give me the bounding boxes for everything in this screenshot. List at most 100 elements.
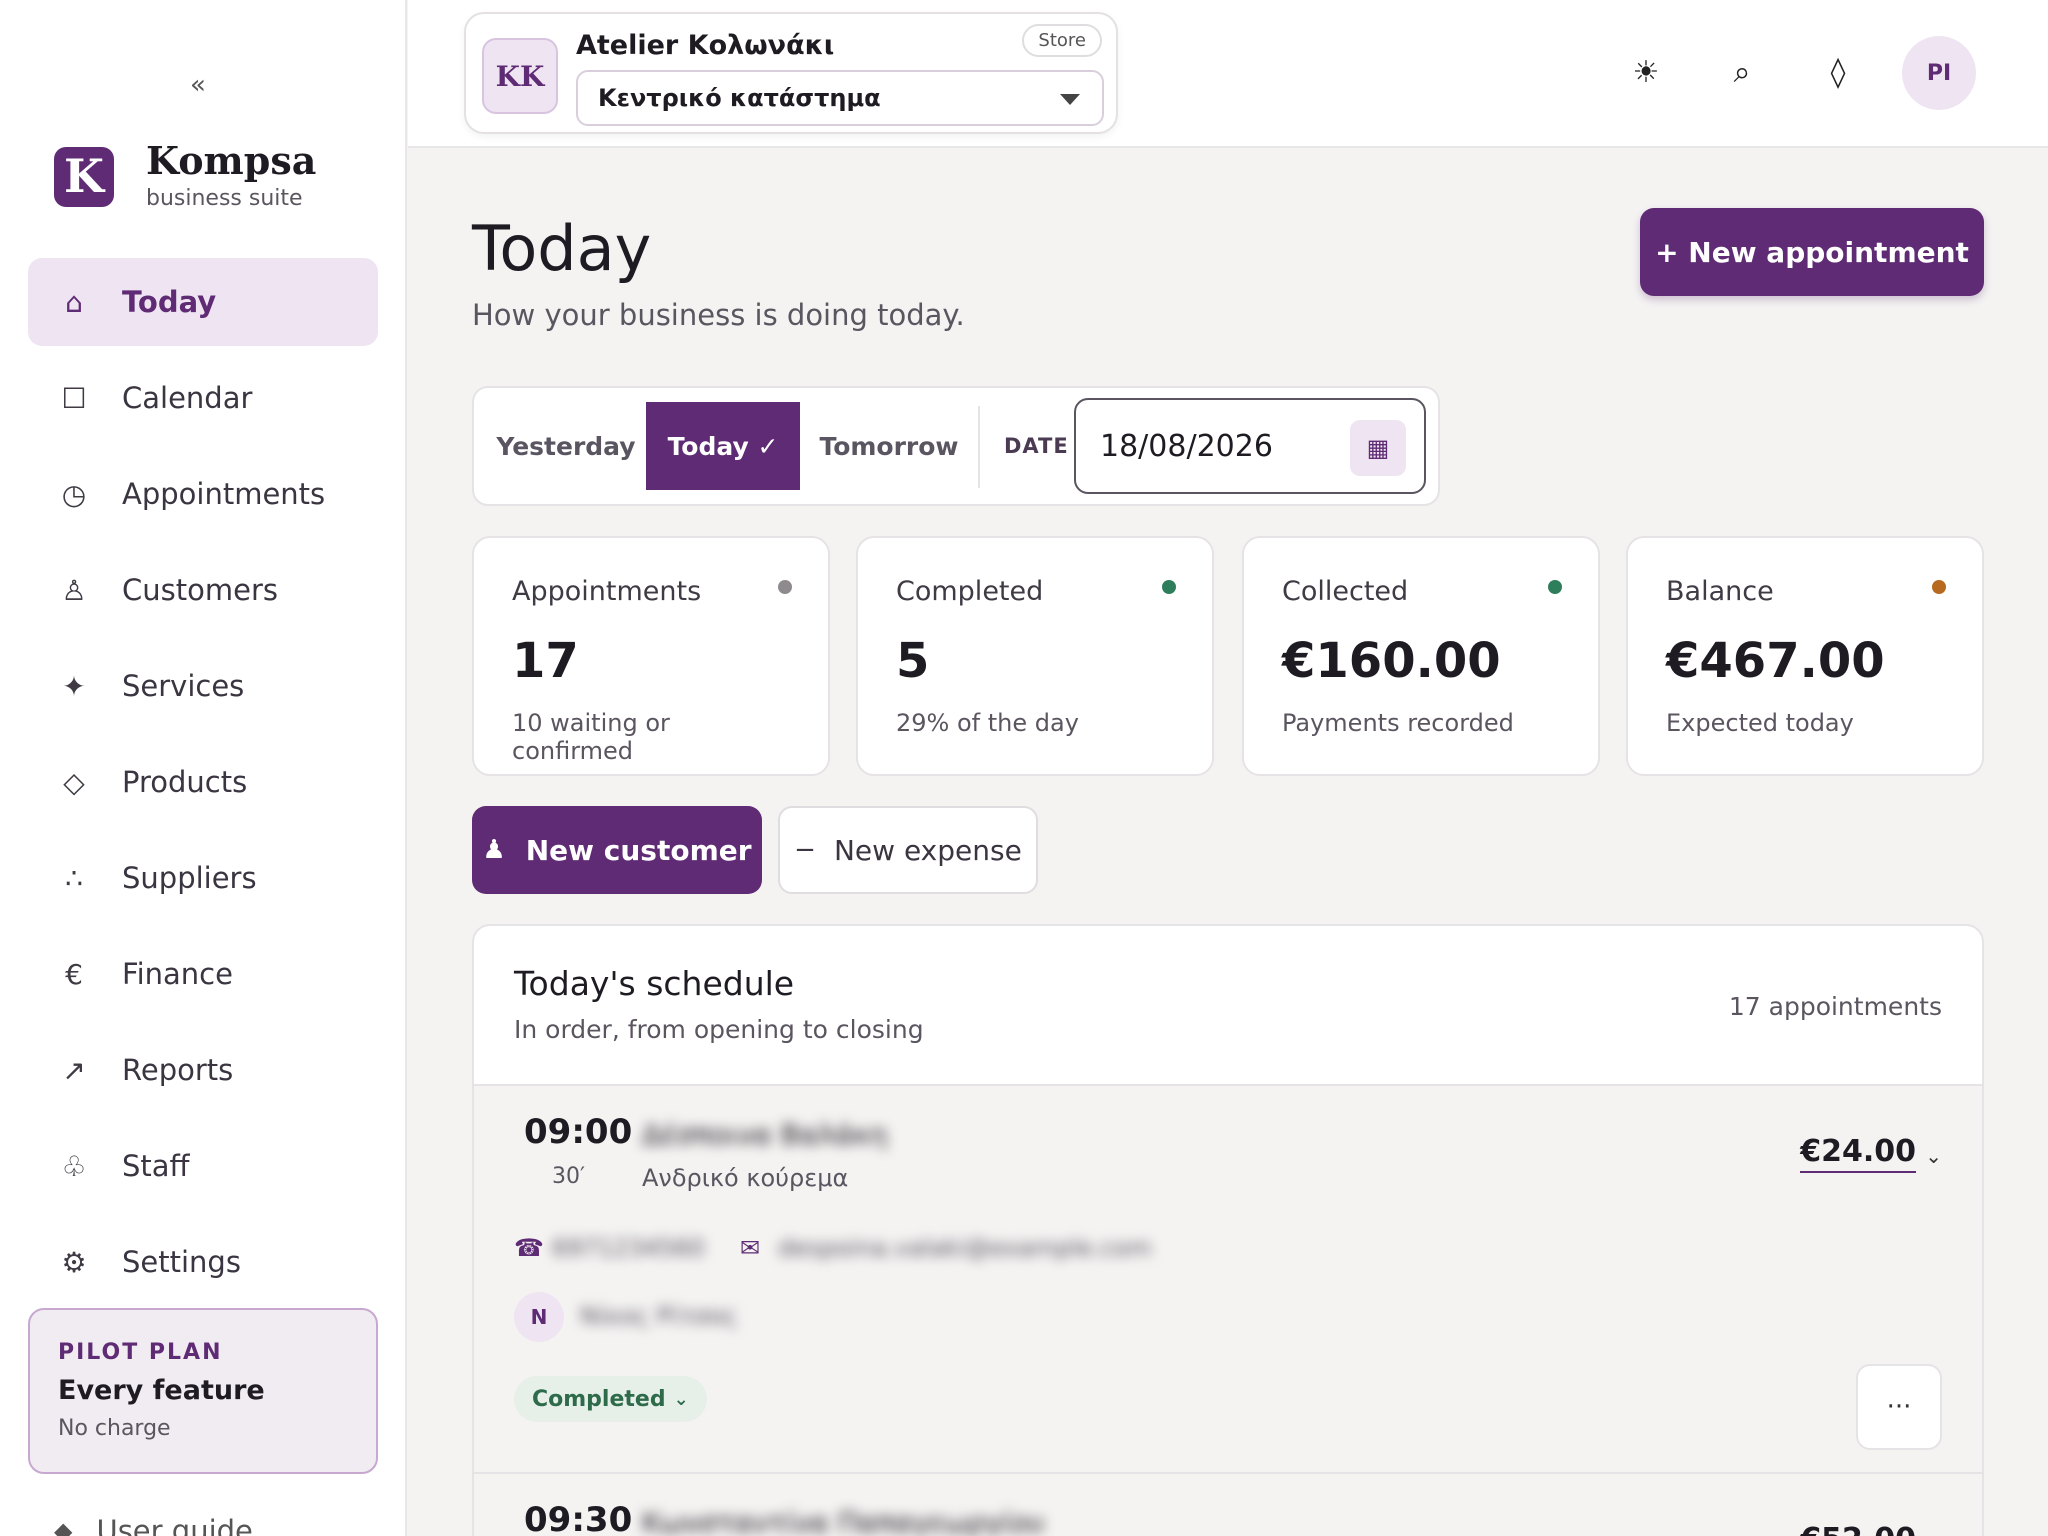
tomorrow-button[interactable]: Tomorrow [804,402,974,490]
diamond-icon[interactable]: ◊ [1818,52,1858,92]
user-guide-label: User guide [96,1514,253,1536]
stat-label: Balance [1666,576,1774,607]
status-label: Completed [532,1386,666,1412]
sidebar-item-calendar[interactable]: ☐ Calendar [28,354,378,442]
yesterday-button[interactable]: Yesterday [488,402,644,490]
sidebar-item-label: Today [122,285,217,319]
sparkle-icon: ✦ [62,669,86,703]
branch-select[interactable]: Κεντρικό κατάστημα [576,70,1104,126]
sidebar-item-label: Settings [122,1245,241,1279]
appointment-price[interactable]: €52.00 [1800,1522,1916,1536]
appointment-time: 09:30 [524,1500,633,1536]
sidebar-item-today[interactable]: ⌂ Today [28,258,378,346]
plan-card[interactable]: PILOT PLAN Every feature No charge [28,1308,378,1474]
sidebar-item-label: Calendar [122,381,253,415]
brand[interactable]: Kompsa business suite [54,142,316,211]
store-avatar: KK [482,38,558,114]
brand-name: Kompsa [146,138,317,183]
stat-value: 17 [512,633,579,689]
customer-email[interactable]: despoina.valaki@example.com [778,1234,1152,1262]
service-name: Ανδρικό κούρεμα [642,1164,849,1192]
sidebar-item-customers[interactable]: ♙ Customers [28,546,378,634]
date-label: DATE [1004,434,1069,458]
date-field[interactable]: 18/08/2026 ▦ [1074,398,1426,494]
stat-note: 10 waiting or confirmed [512,709,670,765]
staff-name: Νίκος Ρίτσος [580,1302,738,1330]
stat-card-completed: Completed 5 29% of the day [856,536,1214,776]
sidebar-item-staff[interactable]: ♧ Staff [28,1122,378,1210]
schedule-panel: Today's schedule In order, from opening … [472,924,1984,1536]
plan-tag: PILOT PLAN [58,1340,223,1365]
sidebar-item-suppliers[interactable]: ∴ Suppliers [28,834,378,922]
collapse-sidebar-button[interactable]: « [190,70,206,100]
stat-label: Appointments [512,576,702,607]
sidebar-item-products[interactable]: ◇ Products [28,738,378,826]
appointment-price[interactable]: €24.00 [1800,1134,1916,1173]
status-dropdown[interactable]: Completed ⌄ [514,1376,707,1422]
sidebar-item-label: Products [122,765,248,799]
status-dot [1548,580,1562,594]
sidebar-nav: ⌂ Today ☐ Calendar ◷ Appointments ♙ Cust… [28,258,378,1314]
dots-icon: ∴ [65,861,83,895]
person-icon: ♙ [61,573,87,607]
staff-avatar: N [514,1292,564,1342]
appointment-row[interactable]: 09:30 Κωνσταντίνα Παπαγεωργίου €52.00 [474,1474,1982,1536]
customer-phone[interactable]: 6971234560 [552,1234,705,1262]
kompsa-logo [54,146,114,207]
stat-label: Collected [1282,576,1409,607]
home-icon: ⌂ [65,285,83,319]
sidebar-item-settings[interactable]: ⚙ Settings [28,1218,378,1306]
day-selector: Yesterday Today ✓ Tomorrow DATE 18/08/20… [472,386,1440,506]
appointment-row[interactable]: 09:00 30′ Δέσποινα Βαλάκη Ανδρικό κούρεμ… [474,1086,1982,1474]
calendar-icon: ☐ [61,381,87,415]
new-expense-button[interactable]: − New expense [778,806,1038,894]
customer-name[interactable]: Δέσποινα Βαλάκη [642,1118,887,1151]
store-badge: Store [1022,24,1102,57]
chevron-down-icon[interactable]: ⌄ [1925,1144,1942,1168]
sidebar-item-label: Services [122,669,245,703]
sidebar-item-label: Appointments [122,477,326,511]
topbar: KK Atelier Κολωνάκι Store Κεντρικό κατάσ… [408,0,2048,148]
store-switcher: KK Atelier Κολωνάκι Store Κεντρικό κατάσ… [464,12,1118,134]
euro-icon: € [65,957,83,991]
plan-title: Every feature [58,1375,265,1406]
stat-note: Payments recorded [1282,709,1514,737]
sidebar-item-label: Finance [122,957,233,991]
calendar-picker-icon[interactable]: ▦ [1350,420,1406,476]
sidebar-item-label: Customers [122,573,278,607]
new-customer-button[interactable]: ♟ New customer [472,806,762,894]
stat-value: €467.00 [1666,633,1885,689]
schedule-subtitle: In order, from opening to closing [514,1015,924,1044]
store-name: Atelier Κολωνάκι [576,30,835,61]
sidebar-item-reports[interactable]: ↗ Reports [28,1026,378,1114]
today-button[interactable]: Today ✓ [646,402,800,490]
stat-value: €160.00 [1282,633,1501,689]
divider [978,406,980,488]
stat-note: 29% of the day [896,709,1079,737]
stat-label: Completed [896,576,1044,607]
chevron-down-icon [1060,94,1080,105]
brand-subtitle: business suite [146,186,303,211]
chevron-down-icon: ⌄ [673,1388,689,1410]
sidebar-item-appointments[interactable]: ◷ Appointments [28,450,378,538]
stat-card-appointments: Appointments 17 10 waiting or confirmed [472,536,830,776]
user-guide-link[interactable]: ◆ User guide [54,1514,253,1536]
sidebar-item-services[interactable]: ✦ Services [28,642,378,730]
status-dot [1932,580,1946,594]
new-expense-label: New expense [833,833,1022,867]
phone-icon: ☎ [514,1234,544,1262]
schedule-header: Today's schedule In order, from opening … [474,926,1982,1086]
mail-icon: ✉ [740,1234,761,1262]
stat-value: 5 [896,633,930,689]
sidebar-item-label: Suppliers [122,861,257,895]
new-appointment-button[interactable]: + New appointment [1640,208,1984,296]
more-options-button[interactable]: ··· [1856,1364,1942,1450]
sun-icon[interactable]: ☀ [1626,52,1666,92]
search-icon[interactable]: ⌕ [1722,52,1762,92]
page-title: Today [472,212,652,285]
customer-name[interactable]: Κωνσταντίνα Παπαγεωργίου [642,1506,1045,1536]
sidebar-item-finance[interactable]: € Finance [28,930,378,1018]
user-avatar[interactable]: PI [1902,36,1976,110]
plan-subtitle: No charge [58,1416,171,1441]
appointment-duration: 30′ [552,1164,585,1189]
